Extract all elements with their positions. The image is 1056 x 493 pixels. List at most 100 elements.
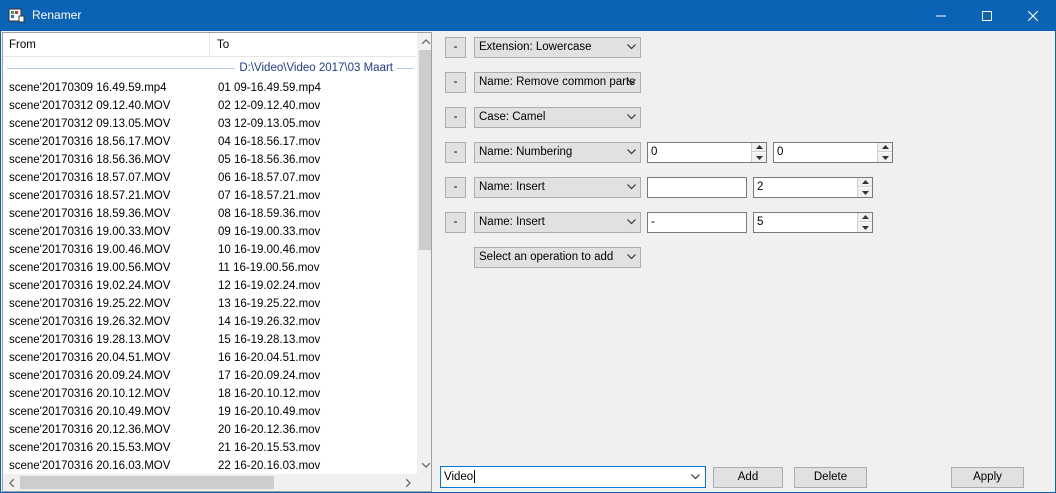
insert-text-field[interactable] — [647, 177, 747, 198]
remove-operation-button[interactable]: - — [445, 107, 466, 128]
numbering-step-stepper[interactable]: 0 — [773, 142, 893, 163]
file-list[interactable]: From To D:\Video\Video 2017\03 Maart sce… — [2, 32, 432, 492]
row-from-name: scene'20170316 20.16.03.MOV — [9, 460, 171, 472]
table-row[interactable]: scene'20170316 18.57.07.MOV 06 16-18.57.0… — [3, 169, 417, 187]
table-row[interactable]: scene'20170316 20.04.51.MOV 16 16-20.04.5… — [3, 349, 417, 367]
row-to-name: 02 12-09.12.40.mov — [218, 100, 321, 112]
table-row[interactable]: scene'20170316 18.56.17.MOV 04 16-18.56.1… — [3, 133, 417, 151]
table-row[interactable]: scene'20170316 19.25.22.MOV 13 16-19.25.2… — [3, 295, 417, 313]
delete-preset-button[interactable]: Delete — [794, 467, 867, 488]
remove-operation-button[interactable]: - — [445, 142, 466, 163]
chevron-left-icon — [9, 478, 14, 487]
table-row[interactable]: scene'20170316 20.12.36.MOV 20 16-20.12.3… — [3, 421, 417, 439]
preset-combo[interactable]: Video — [440, 466, 706, 488]
remove-operation-button[interactable]: - — [445, 212, 466, 233]
row-from-name: scene'20170316 20.04.51.MOV — [9, 352, 171, 364]
row-to-name: 21 16-20.15.53.mov — [218, 442, 321, 454]
scroll-right-arrow[interactable] — [400, 474, 417, 491]
scroll-left-arrow[interactable] — [3, 474, 20, 491]
spin-up-icon[interactable] — [752, 143, 766, 152]
table-row[interactable]: scene'20170316 18.56.36.MOV 05 16-18.56.3… — [3, 151, 417, 169]
row-to-name: 01 09-16.49.59.mp4 — [218, 82, 321, 94]
row-from-name: scene'20170316 20.15.53.MOV — [9, 442, 171, 454]
scrollbar-corner — [417, 474, 431, 491]
chevron-down-icon — [421, 463, 430, 468]
remove-operation-button[interactable]: - — [445, 37, 466, 58]
chevron-down-icon — [627, 254, 636, 260]
text-caret — [474, 470, 476, 484]
title-bar: Renamer — [0, 0, 1056, 31]
operation-select[interactable]: Name: Insert — [474, 177, 641, 198]
row-from-name: scene'20170312 09.13.05.MOV — [9, 118, 171, 130]
operation-select-value: Extension: Lowercase — [479, 41, 592, 53]
spin-up-icon[interactable] — [858, 178, 872, 187]
table-row[interactable]: scene'20170309 16.49.59.mp4 01 09-16.49.5… — [3, 79, 417, 97]
row-from-name: scene'20170316 19.25.22.MOV — [9, 298, 171, 310]
row-to-name: 11 16-19.00.56.mov — [218, 262, 320, 274]
add-preset-button[interactable]: Add — [713, 467, 783, 488]
row-from-name: scene'20170316 20.10.49.MOV — [9, 406, 171, 418]
row-from-name: scene'20170312 09.12.40.MOV — [9, 100, 171, 112]
remove-operation-button[interactable]: - — [445, 72, 466, 93]
horizontal-scroll-thumb[interactable] — [20, 476, 274, 489]
spin-up-icon[interactable] — [858, 213, 872, 222]
spin-buttons — [751, 143, 766, 162]
close-button[interactable] — [1010, 0, 1056, 31]
scroll-down-arrow[interactable] — [417, 457, 431, 474]
row-to-name: 05 16-18.56.36.mov — [218, 154, 321, 166]
row-from-name: scene'20170309 16.49.59.mp4 — [9, 82, 167, 94]
window-title: Renamer — [32, 8, 82, 22]
table-row[interactable]: scene'20170312 09.13.05.MOV 03 12-09.13.0… — [3, 115, 417, 133]
table-row[interactable]: scene'20170316 20.15.53.MOV 21 16-20.15.5… — [3, 439, 417, 457]
preset-value: Video — [444, 471, 474, 483]
add-operation-select[interactable]: Select an operation to add — [474, 247, 641, 268]
operation-select[interactable]: Name: Numbering — [474, 142, 641, 163]
column-header-from[interactable]: From — [3, 33, 210, 57]
table-row[interactable]: scene'20170316 19.26.32.MOV 14 16-19.26.3… — [3, 313, 417, 331]
table-row[interactable]: scene'20170316 18.59.36.MOV 08 16-18.59.3… — [3, 205, 417, 223]
table-row[interactable]: scene'20170316 19.02.24.MOV 12 16-19.02.2… — [3, 277, 417, 295]
spin-down-icon[interactable] — [858, 223, 872, 232]
vertical-scrollbar[interactable] — [417, 33, 431, 474]
spin-down-icon[interactable] — [858, 188, 872, 197]
operation-select[interactable]: Name: Insert — [474, 212, 641, 233]
row-from-name: scene'20170316 20.10.12.MOV — [9, 388, 171, 400]
operation-select[interactable]: Case: Camel — [474, 107, 641, 128]
remove-operation-button[interactable]: - — [445, 177, 466, 198]
group-header: D:\Video\Video 2017\03 Maart — [3, 60, 417, 77]
apply-button[interactable]: Apply — [951, 467, 1024, 488]
operation-select[interactable]: Extension: Lowercase — [474, 37, 641, 58]
table-row[interactable]: scene'20170316 20.10.49.MOV 19 16-20.10.4… — [3, 403, 417, 421]
table-row[interactable]: scene'20170316 19.28.13.MOV 15 16-19.28.1… — [3, 331, 417, 349]
spin-down-icon[interactable] — [878, 153, 892, 162]
table-row[interactable]: scene'20170316 20.10.12.MOV 18 16-20.10.1… — [3, 385, 417, 403]
scroll-up-arrow[interactable] — [417, 33, 431, 50]
operation-select[interactable]: Name: Remove common parts — [474, 72, 641, 93]
numbering-start-stepper[interactable]: 0 — [647, 142, 767, 163]
spin-up-icon[interactable] — [878, 143, 892, 152]
minimize-icon — [936, 15, 946, 16]
table-row[interactable]: scene'20170316 18.57.21.MOV 07 16-18.57.2… — [3, 187, 417, 205]
numbering-start-value: 0 — [651, 146, 658, 158]
row-to-name: 15 16-19.28.13.mov — [218, 334, 321, 346]
table-row[interactable]: scene'20170316 19.00.46.MOV 10 16-19.00.4… — [3, 241, 417, 259]
vertical-scroll-thumb[interactable] — [419, 50, 431, 250]
minimize-button[interactable] — [918, 0, 964, 31]
table-row[interactable]: scene'20170316 20.09.24.MOV 17 16-20.09.2… — [3, 367, 417, 385]
table-row[interactable]: scene'20170316 19.00.33.MOV 09 16-19.00.3… — [3, 223, 417, 241]
table-row[interactable]: scene'20170316 20.16.03.MOV 22 16-20.16.0… — [3, 457, 417, 475]
insert-position-value: 2 — [757, 181, 764, 193]
maximize-icon — [982, 10, 992, 21]
spin-down-icon[interactable] — [752, 153, 766, 162]
horizontal-scrollbar[interactable] — [3, 474, 417, 491]
insert-text-field[interactable]: - — [647, 212, 747, 233]
row-from-name: scene'20170316 19.28.13.MOV — [9, 334, 171, 346]
chevron-down-icon — [627, 219, 636, 225]
table-row[interactable]: scene'20170312 09.12.40.MOV 02 12-09.12.4… — [3, 97, 417, 115]
table-row[interactable]: scene'20170316 19.00.56.MOV 11 16-19.00.5… — [3, 259, 417, 277]
insert-position-stepper[interactable]: 5 — [753, 212, 873, 233]
maximize-button[interactable] — [964, 0, 1010, 31]
insert-position-stepper[interactable]: 2 — [753, 177, 873, 198]
operation-select-value: Name: Numbering — [479, 146, 573, 158]
column-header-to[interactable]: To — [211, 33, 417, 57]
